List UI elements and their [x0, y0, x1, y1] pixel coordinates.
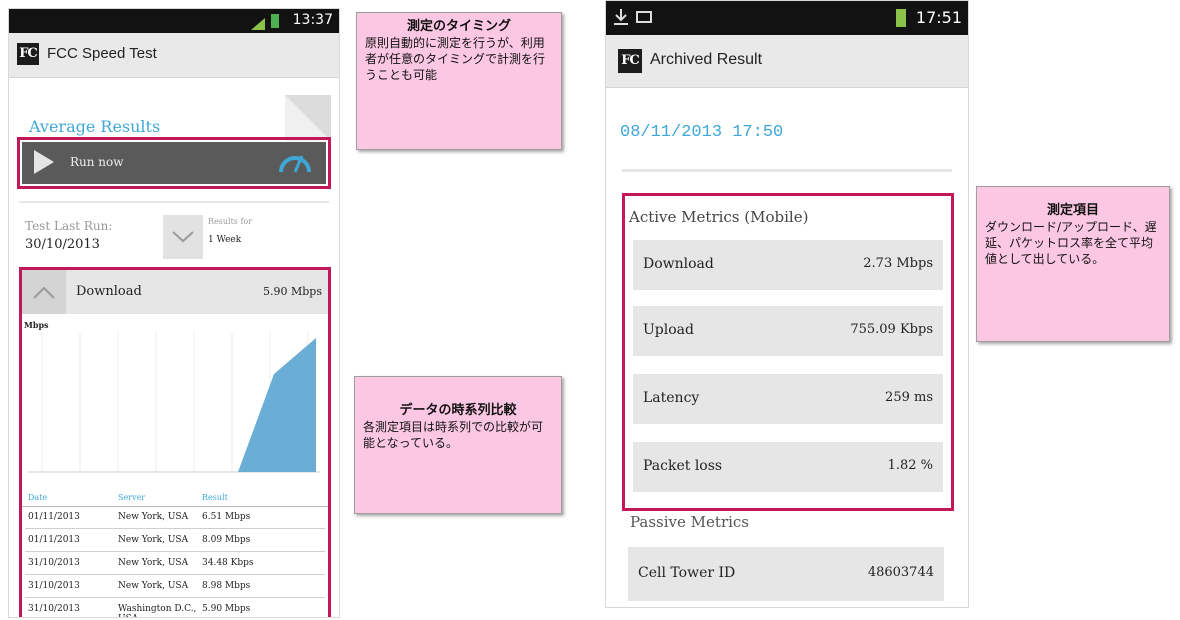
- mail-icon: [636, 11, 652, 23]
- app-bar: FC FCC Speed Test: [9, 33, 339, 78]
- row-server: New York, USA: [118, 535, 189, 545]
- download-header[interactable]: Download 5.90 Mbps: [22, 270, 328, 314]
- run-now-label: Run now: [70, 155, 124, 169]
- status-bar: 13:37: [9, 9, 339, 33]
- table-row: 31/10/2013 Washington D.C., USA 5.90 Mbps: [25, 599, 325, 617]
- metric-cell-tower: Cell Tower ID 48603744: [628, 547, 944, 601]
- fcc-logo: FC: [618, 49, 642, 73]
- app-title: FCC Speed Test: [47, 45, 157, 62]
- metric-value: 259 ms: [885, 390, 933, 405]
- download-label: Download: [76, 284, 142, 299]
- note-timeseries-body: 各測定項目は時系列での比較が可能となっている。: [363, 420, 544, 450]
- passive-metrics-title: Passive Metrics: [630, 513, 750, 531]
- row-server: New York, USA: [118, 558, 189, 568]
- metric-value: 2.73 Mbps: [863, 256, 933, 271]
- run-now-button[interactable]: Run now: [22, 142, 326, 184]
- app-bar: FC Archived Result: [606, 35, 968, 88]
- divider: [19, 201, 329, 203]
- section-title: Average Results: [29, 117, 161, 136]
- metric-label: Cell Tower ID: [638, 565, 736, 581]
- table-row: 31/10/2013 New York, USA 8.98 Mbps: [25, 576, 325, 598]
- metric-upload: Upload 755.09 Kbps: [633, 306, 943, 356]
- fcc-logo: FC: [17, 43, 39, 65]
- speedometer-icon: [278, 150, 312, 178]
- row-date: 31/10/2013: [28, 604, 80, 614]
- metric-label: Latency: [643, 390, 700, 406]
- note-timeseries-title: データの時系列比較: [399, 403, 517, 418]
- play-icon: [34, 150, 54, 178]
- chevron-up-icon: [22, 270, 66, 314]
- row-result: 5.90 Mbps: [202, 604, 251, 614]
- note-timing: 測定のタイミング 原則自動的に測定を行うが、利用者が任意のタイミングで計測を行う…: [356, 12, 562, 150]
- results-for-label: Results for: [208, 217, 253, 226]
- row-result: 34.48 Kbps: [202, 558, 254, 568]
- row-date: 01/11/2013: [28, 512, 80, 522]
- battery-icon: [271, 14, 279, 28]
- divider: [622, 169, 952, 172]
- status-time: 13:37: [292, 12, 333, 28]
- status-time: 17:51: [915, 8, 962, 27]
- download-value: 5.90 Mbps: [263, 285, 322, 298]
- note-metric-items: 測定項目 ダウンロード/アップロード、遅延、パケットロス率を全て平均値として出し…: [976, 186, 1170, 342]
- results-for-value: 1 Week: [208, 235, 242, 245]
- download-notification-icon: [614, 9, 628, 25]
- metric-download: Download 2.73 Mbps: [633, 240, 943, 290]
- metric-label: Download: [643, 256, 714, 272]
- table-header: Date Server Result: [22, 490, 328, 507]
- metric-value: 1.82 %: [887, 458, 933, 473]
- row-date: 01/11/2013: [28, 535, 80, 545]
- row-result: 6.51 Mbps: [202, 512, 251, 522]
- table-row: 31/10/2013 New York, USA 34.48 Kbps: [25, 553, 325, 575]
- run-now-highlight: Run now: [17, 137, 331, 189]
- col-date: Date: [28, 493, 48, 502]
- battery-icon: [896, 9, 906, 27]
- download-history-chart: [28, 332, 320, 473]
- note-timing-body: 原則自動的に測定を行うが、利用者が任意のタイミングで計測を行うことも可能: [365, 36, 546, 82]
- note-timing-title: 測定のタイミング: [406, 19, 511, 34]
- metric-latency: Latency 259 ms: [633, 374, 943, 424]
- last-run-label: Test Last Run:: [25, 219, 113, 233]
- note-items-title: 測定項目: [1046, 203, 1099, 218]
- row-result: 8.09 Mbps: [202, 535, 251, 545]
- metric-value: 755.09 Kbps: [850, 322, 933, 337]
- metric-label: Upload: [643, 322, 694, 338]
- table-row: 01/11/2013 New York, USA 6.51 Mbps: [25, 507, 325, 529]
- left-phone-screen: 13:37 FC FCC Speed Test Average Results …: [8, 8, 340, 618]
- metric-label: Packet loss: [643, 458, 723, 474]
- row-date: 31/10/2013: [28, 558, 80, 568]
- period-dropdown[interactable]: [163, 215, 203, 259]
- row-date: 31/10/2013: [28, 581, 80, 591]
- status-bar: 17:51: [606, 1, 968, 35]
- table-row: 01/11/2013 New York, USA 8.09 Mbps: [25, 530, 325, 552]
- right-phone-screen: 17:51 FC Archived Result 08/11/2013 17:5…: [605, 0, 969, 608]
- active-metrics-title: Active Metrics (Mobile): [629, 208, 809, 226]
- result-timestamp: 08/11/2013 17:50: [620, 123, 784, 142]
- row-result: 8.98 Mbps: [202, 581, 251, 591]
- chevron-down-icon: [171, 229, 195, 248]
- note-items-body: ダウンロード/アップロード、遅延、パケットロス率を全て平均値として出している。: [985, 220, 1157, 266]
- row-server: Washington D.C., USA: [118, 604, 197, 617]
- signal-icon: [251, 15, 265, 30]
- metric-value: 48603744: [867, 565, 934, 580]
- page-curl-icon: [285, 95, 331, 141]
- chart-unit-label: Mbps: [24, 320, 49, 330]
- col-result: Result: [202, 493, 228, 502]
- results-table: 01/11/2013 New York, USA 6.51 Mbps 01/11/20…: [22, 507, 328, 617]
- download-panel-highlight: Download 5.90 Mbps Mbps Date Server Resu…: [19, 267, 331, 617]
- col-server: Server: [118, 493, 146, 502]
- app-title: Archived Result: [650, 51, 763, 68]
- metric-packet-loss: Packet loss 1.82 %: [633, 442, 943, 492]
- last-run-date: 30/10/2013: [25, 237, 100, 252]
- row-server: New York, USA: [118, 512, 189, 522]
- note-timeseries: データの時系列比較 各測定項目は時系列での比較が可能となっている。: [354, 376, 562, 514]
- row-server: New York, USA: [118, 581, 189, 591]
- active-metrics-highlight: Active Metrics (Mobile) Download 2.73 Mb…: [622, 193, 954, 511]
